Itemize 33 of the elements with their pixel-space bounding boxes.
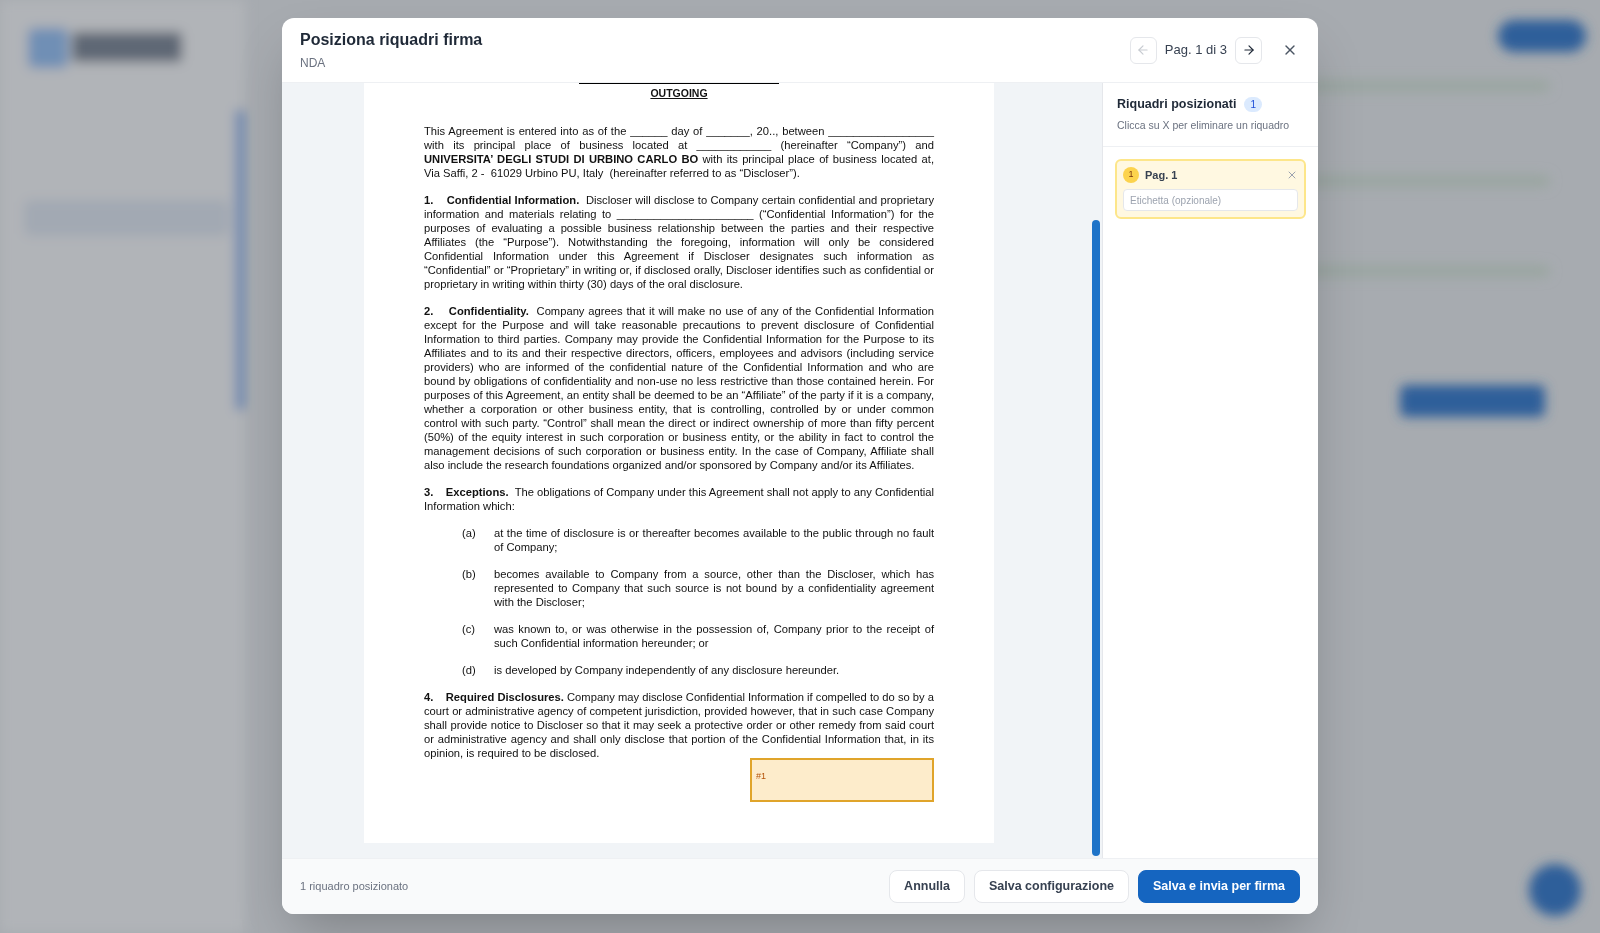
document-heading: OUTGOING	[650, 86, 708, 101]
footer-button[interactable]: Annulla	[889, 870, 965, 903]
footer-button[interactable]: Salva configurazione	[973, 870, 1129, 903]
document-paragraph: This Agreement is entered into as of the ______ day of _______, 20.., between _________________ with its principal place of business located at ____________ (hereinafter “Company”) and UNIVERSITA’ DEGLI STUDI DI URBINO CARLO BO with its principal place of business located at, Via Saffi, 2 - 61029 Urbino PU, Italy (hereinafter referred to as “Discloser”).	[424, 123, 934, 180]
document-paragraph: is developed by Company independently of any disclosure hereunder.	[494, 662, 841, 677]
item-label: (c)	[461, 621, 477, 637]
dialog-title: Posiziona riquadri firma	[300, 30, 484, 50]
count-badge: 1	[1244, 96, 1262, 112]
panel-hint: Clicca su X per eliminare un riquadro	[1117, 117, 1291, 133]
document-paragraph: 1. Confidential Information. Discloser will disclose to Company certain confidential and proprietary information and materials relating to ______________________ (“Confidential Information”) for the purposes of evaluating a possible business relationship between the parties and their respective Affiliates (the “Purpose”). Notwithstanding the foregoing, information will only be considered Confidential Information under this Agreement if Discloser designates such information as “Confidential” or “Proprietary” in writing or, if disclosed orally, Discloser identifies such as confidential or proprietary in writing within thirty (30) days of the oral disclosure.	[424, 192, 934, 291]
document-paragraph: 2. Confidentiality. Company agrees that it will make no use of any of the Confidential Information except for the Purpose and will take reasonable precautions to prevent disclosure of Confidential Information to third parties. Company may provide the Confidential Information for the Purpose to its Affiliates and to its and their respective directors, officers, employees and advisors (including service providers) who are informed of the confidential nature of the Confidential Information and who are bound by obligations of confidentiality and non-use no less restrictive than those contained herein. For purposes of this Agreement, an entity shall be deemed to be an “Affiliate” of the party if it is a company, whether a corporation or other business entity, that is controlling, controlled by or under common control with such party. “Control” shall mean the direct or indirect ownership of more than fifty percent (50%) of the equity interest in such corporation or business entity, or the ability in fact to control the management decisions of such corporation or business entity. In the case of Company, Affiliate shall also include the research foundations organized and/or sponsored by Company and/or its Affiliates.	[424, 303, 934, 472]
box-number-badge: 1	[1123, 166, 1139, 183]
document-paragraph: 3. Exceptions. The obligations of Company under this Agreement shall not apply to any Confidential Information which:	[424, 484, 934, 513]
page-indicator: Pag. 1 di 3	[1164, 41, 1227, 60]
signature-box[interactable]: #1	[750, 757, 934, 802]
item-label: (a)	[461, 525, 477, 541]
placed-box-card[interactable]: 1 Pag. 1 Etichetta (opzionale)	[1115, 158, 1306, 219]
document-paragraph: 4. Required Disclosures. Company may disclose Confidential Information if compelled to do so by a court or administrative agency of competent jurisdiction, provided however, that in such case Company shall provide notice to Discloser so that it may seek a protective order or other remedy from said court or administrative agency and shall only disclose that portion of the Confidential Information that, in its opinion, is required to be disclosed.	[424, 689, 934, 760]
document-paragraph: was known to, or was otherwise in the possession of, Company prior to the receipt of such Confidential information hereunder; or	[494, 621, 934, 650]
arrow-left-icon	[1136, 43, 1151, 57]
item-label: (d)	[461, 662, 477, 677]
signature-box-label: #1	[756, 770, 766, 781]
document-paragraph: at the time of disclosure is or thereafter becomes available to the public through no fault of Company;	[494, 525, 934, 554]
box-label-field[interactable]: Etichetta (opzionale)	[1123, 189, 1298, 211]
next-page-button[interactable]	[1235, 36, 1262, 64]
dialog-subtitle: NDA	[300, 55, 327, 72]
footer-status: 1 riquadro posizionato	[300, 879, 410, 895]
box-page-label: Pag. 1	[1145, 167, 1179, 183]
item-label: (b)	[461, 566, 477, 582]
panel-title: Riquadri posizionati	[1117, 96, 1237, 113]
footer-button[interactable]: Salva e invia per firma	[1138, 870, 1300, 903]
document-paragraph: becomes available to Company from a source, other than the Discloser, which has represented to Company that such source is not bound by a confidentiality agreement with the Discloser;	[494, 566, 934, 609]
scrollbar-thumb[interactable]	[1092, 220, 1100, 856]
